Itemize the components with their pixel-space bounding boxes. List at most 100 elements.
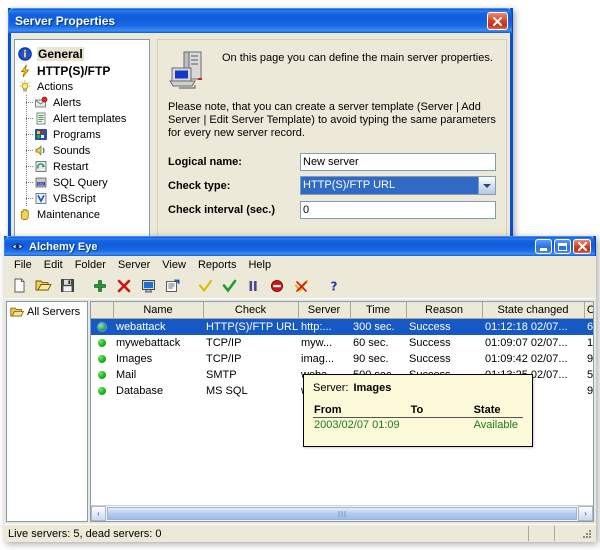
stop-button[interactable]	[266, 275, 288, 296]
row-check: SMTP	[206, 369, 237, 381]
properties-icon	[165, 279, 179, 292]
tree-connector	[26, 127, 27, 143]
tree-item-vbscript[interactable]: VBScript	[18, 191, 146, 207]
tooltip-server-name: Images	[353, 382, 392, 394]
close-icon	[493, 16, 502, 26]
menu-item-reports[interactable]: Reports	[192, 258, 243, 272]
tree-item-maintenance[interactable]: Maintenance	[18, 207, 146, 223]
tree-connector	[26, 111, 27, 127]
eye-icon	[11, 241, 24, 252]
field-row-check-type: Check type: HTTP(S)/FTP URL	[168, 176, 496, 195]
properties-form: Logical name: New server Check type: HTT…	[168, 152, 496, 219]
status-up-icon	[98, 371, 106, 379]
scrollbar-thumb[interactable]	[107, 507, 577, 520]
pause-button[interactable]	[242, 275, 264, 296]
tree-item-label: General	[37, 46, 84, 61]
tooltip-header: Server: Images	[313, 382, 523, 394]
app-minimize-button[interactable]	[535, 239, 552, 254]
row-check-length: 591 ms.	[587, 369, 594, 381]
menu-item-view[interactable]: View	[156, 258, 192, 272]
app-caption-buttons	[535, 239, 591, 254]
tree-item-general[interactable]: General	[18, 45, 146, 62]
row-check-length: 91 ms.	[587, 385, 594, 397]
menu-item-edit[interactable]: Edit	[38, 258, 69, 272]
status-text: Live servers: 5, dead servers: 0	[8, 527, 162, 540]
app-titlebar[interactable]: Alchemy Eye	[4, 236, 596, 256]
add-server-button[interactable]	[89, 275, 111, 296]
scroll-right-button[interactable]: ›	[578, 506, 593, 521]
server-tree-pane[interactable]: All Servers	[6, 301, 88, 522]
tree-item-label: Sounds	[53, 145, 91, 157]
check-type-select[interactable]: HTTP(S)/FTP URL	[300, 176, 496, 195]
disable-button[interactable]	[290, 275, 312, 296]
status-bar: Live servers: 5, dead servers: 0	[4, 524, 596, 542]
dialog-titlebar[interactable]: Server Properties	[8, 8, 513, 33]
menu-item-server[interactable]: Server	[112, 258, 156, 272]
column-header-state-changed[interactable]: State changed	[482, 302, 585, 319]
check-interval-label: Check interval (sec.)	[168, 203, 275, 216]
menu-item-help[interactable]: Help	[242, 258, 277, 272]
tree-connector-dash	[26, 118, 33, 119]
close-icon	[577, 242, 587, 251]
tooltip-row: 2003/02/07 01:09 Available	[313, 418, 523, 433]
app-close-button[interactable]	[573, 239, 591, 254]
help-button[interactable]: ?	[323, 275, 345, 296]
column-header-check[interactable]: Check	[203, 302, 299, 319]
row-check: MS SQL	[206, 385, 248, 397]
tree-item-programs[interactable]: Programs	[18, 127, 146, 143]
chevron-down-icon[interactable]	[478, 177, 495, 194]
tree-item-all-servers[interactable]: All Servers	[10, 306, 84, 318]
check-interval-input[interactable]: 0	[300, 200, 496, 219]
tree-item-restart[interactable]: Restart	[18, 159, 146, 175]
menu-item-file[interactable]: File	[8, 258, 38, 272]
app-maximize-button[interactable]	[554, 239, 571, 254]
tree-item-sounds[interactable]: Sounds	[18, 143, 146, 159]
scrollbar-track[interactable]	[106, 506, 578, 521]
status-up-icon	[98, 355, 106, 363]
dialog-close-button[interactable]	[487, 12, 508, 30]
status-panel-1	[528, 526, 554, 541]
properties-button[interactable]	[161, 275, 183, 296]
tree-item-alerts[interactable]: Alerts	[18, 95, 146, 111]
column-header-time[interactable]: Time	[350, 302, 407, 319]
open-button[interactable]	[32, 275, 54, 296]
table-row[interactable]: webattack HTTP(S)/FTP URL http:... 300 s…	[91, 318, 593, 335]
tree-item-alert-templates[interactable]: Alert templates	[18, 111, 146, 127]
field-row-check-interval: Check interval (sec.) 0	[168, 200, 496, 219]
delete-server-button[interactable]	[113, 275, 135, 296]
monitor-button[interactable]	[137, 275, 159, 296]
status-up-icon	[98, 339, 106, 347]
table-row[interactable]: Images TCP/IP imag... 90 sec. Success 01…	[91, 351, 593, 367]
save-button[interactable]	[56, 275, 78, 296]
logical-name-input[interactable]: New server	[300, 152, 496, 171]
check-all-button[interactable]	[218, 275, 240, 296]
check-now-button[interactable]	[194, 275, 216, 296]
dialog-nav-tree[interactable]: General HTTP(S)/FTP Actions Alerts Alert…	[14, 39, 150, 247]
maximize-icon	[558, 242, 567, 251]
horizontal-scrollbar[interactable]: ‹ ›	[91, 505, 593, 521]
column-header-name[interactable]: Name	[113, 302, 204, 319]
scroll-left-button[interactable]: ‹	[91, 506, 106, 521]
resize-grip-icon[interactable]	[580, 527, 594, 541]
svg-text:SQL: SQL	[37, 182, 44, 186]
note-text: Please note, that you can create a serve…	[168, 101, 496, 139]
server-properties-dialog: Server Properties General HTTP(S)/FTP Ac…	[8, 8, 513, 253]
row-time: 90 sec.	[353, 353, 389, 365]
tooltip-column-to: To	[409, 403, 473, 418]
new-button[interactable]	[8, 275, 30, 296]
tooltip-from-value: 2003/02/07 01:09	[314, 419, 400, 431]
row-status	[91, 351, 113, 367]
menu-bar: File Edit Folder Server View Reports Hel…	[4, 256, 596, 273]
tree-item-actions[interactable]: Actions	[18, 79, 146, 95]
table-row[interactable]: mywebattack TCP/IP myw... 60 sec. Succes…	[91, 335, 593, 351]
menu-item-folder[interactable]: Folder	[69, 258, 112, 272]
column-header-status[interactable]	[91, 302, 114, 319]
tooltip-state-value: Available	[473, 419, 519, 431]
column-header-check-length[interactable]: Check length	[584, 302, 593, 319]
column-header-server[interactable]: Server	[298, 302, 351, 319]
tree-item-sql-query[interactable]: SQL SQL Query	[18, 175, 146, 191]
tree-item-https-ftp[interactable]: HTTP(S)/FTP	[18, 62, 146, 79]
column-header-reason[interactable]: Reason	[406, 302, 483, 319]
tree-connector	[26, 191, 27, 207]
info-icon	[18, 46, 34, 61]
